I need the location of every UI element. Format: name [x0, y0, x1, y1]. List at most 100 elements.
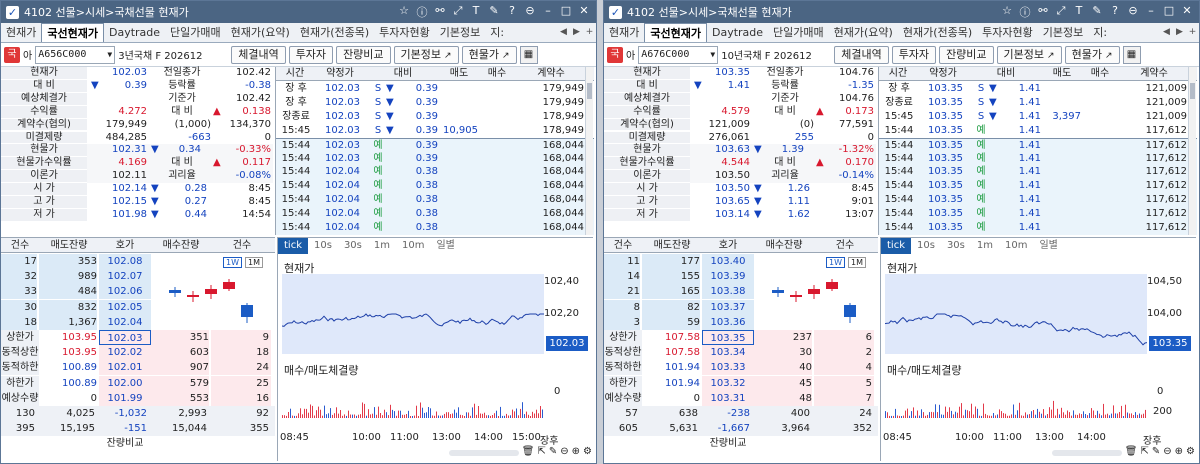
chart-scrollbar[interactable] [448, 450, 519, 456]
trade-row[interactable]: 15:44 102.03 예 0.39 168,044 [276, 151, 594, 166]
checkbox-icon[interactable]: ✓ [6, 5, 19, 19]
chevron-down-icon[interactable]: ▼ [710, 47, 715, 63]
trade-row[interactable]: 15:44 102.03 예 0.39 168,044 [276, 137, 594, 152]
star-icon[interactable]: ☆ [396, 4, 412, 20]
star-icon[interactable]: ☆ [999, 4, 1015, 20]
trade-row[interactable]: 15:44 102.04 예 0.38 168,044 [276, 165, 594, 180]
text-icon[interactable]: T [468, 4, 484, 20]
chart-scrollbar[interactable] [1051, 450, 1122, 456]
bid-row[interactable]: 동적하한 101.94 103.33 40 4 [604, 360, 878, 376]
tab-1[interactable]: 국선현재가 [41, 23, 104, 42]
zoom-out-icon[interactable]: ⊖ [1163, 446, 1171, 460]
link-icon[interactable]: ⚯ [432, 4, 448, 20]
minimize-icon[interactable]: – [540, 4, 556, 20]
trash-icon[interactable]: 🗑 [522, 446, 535, 460]
tab-interval[interactable]: 1m [368, 238, 396, 254]
trade-row[interactable]: 15:44 102.04 예 0.38 168,044 [276, 179, 594, 194]
tab-4[interactable]: 현재가(요약) [829, 23, 898, 42]
tab-5[interactable]: 현재가(전종목) [295, 23, 374, 42]
investor-button[interactable]: 투자자 [891, 45, 937, 64]
tab-3[interactable]: 단일가매매 [768, 23, 829, 42]
tab-0[interactable]: 현재가 [1, 23, 41, 42]
trade-row[interactable]: 15:44 102.04 예 0.38 168,044 [276, 207, 594, 222]
trades-scrollbar[interactable] [585, 67, 593, 235]
trade-row[interactable]: 15:44 103.35 예 1.41 117,612 [879, 165, 1197, 180]
trade-row[interactable]: 15:44 103.35 예 1.41 117,612 [879, 124, 1197, 138]
trade-row[interactable]: 15:44 103.35 예 1.41 117,612 [879, 179, 1197, 194]
balance-compare-label[interactable]: 잔량비교 [702, 436, 754, 451]
maximize-icon[interactable]: □ [558, 4, 574, 20]
trade-row[interactable]: 15:44 103.35 예 1.41 117,612 [879, 151, 1197, 166]
grid-icon[interactable]: ▦ [1122, 45, 1141, 64]
spot-button[interactable]: 현물가 ↗ [461, 45, 517, 64]
help-icon[interactable]: ? [1107, 4, 1123, 20]
tab-5[interactable]: 현재가(전종목) [898, 23, 977, 42]
tab-interval[interactable]: 10m [999, 238, 1033, 254]
bid-row[interactable]: 하한가 100.89 102.00 579 25 [1, 375, 275, 391]
balance-button[interactable]: 잔량비교 [939, 45, 994, 64]
tab-interval[interactable]: 30s [338, 238, 368, 254]
tab-0[interactable]: 현재가 [604, 23, 644, 42]
info-button[interactable]: 기본정보 ↗ [996, 45, 1062, 64]
spot-button[interactable]: 현물가 ↗ [1064, 45, 1120, 64]
zoom-in-icon[interactable]: ⊕ [572, 446, 580, 460]
trade-row[interactable]: 15:44 103.35 예 1.41 117,612 [879, 137, 1197, 152]
tab-3[interactable]: 단일가매매 [165, 23, 226, 42]
tab-interval[interactable]: 1m [971, 238, 999, 254]
tab-1[interactable]: 국선현재가 [644, 23, 707, 42]
tab-2[interactable]: Daytrade [104, 23, 165, 42]
tab-next-icon[interactable]: ▶ [1173, 23, 1186, 42]
tab-interval[interactable]: 10s [911, 238, 941, 254]
tab-interval[interactable]: 10s [308, 238, 338, 254]
info-button[interactable]: 기본정보 ↗ [393, 45, 459, 64]
tab-8[interactable]: 지: [1088, 23, 1112, 42]
settings-icon[interactable]: ⚙ [1186, 446, 1195, 460]
tab-interval[interactable]: 30s [941, 238, 971, 254]
pin-icon[interactable]: ✎ [1089, 4, 1105, 20]
grid-icon[interactable]: ▦ [519, 45, 538, 64]
expand-icon[interactable]: ⤢ [450, 4, 466, 20]
trades-button[interactable]: 체결내역 [231, 45, 286, 64]
bid-row[interactable]: 예상수량 0 101.99 553 16 [1, 390, 275, 406]
trash-icon[interactable]: 🗑 [1125, 446, 1138, 460]
bid-row[interactable]: 동적상한 103.95 102.02 603 18 [1, 345, 275, 361]
product-icon[interactable]: 국 [607, 46, 623, 63]
bid-row[interactable]: 하한가 101.94 103.32 45 5 [604, 375, 878, 391]
trade-row[interactable]: 장 후 102.03 S ▼ 0.39 179,949 [276, 96, 594, 110]
expand-icon[interactable]: ⤢ [1053, 4, 1069, 20]
tab-add-icon[interactable]: + [1186, 23, 1199, 42]
trade-row[interactable]: 장종료 103.35 S ▼ 1.41 121,009 [879, 96, 1197, 110]
scroll-thumb[interactable] [587, 83, 592, 99]
text-icon[interactable]: T [1071, 4, 1087, 20]
bid-row[interactable]: 동적상한 107.58 103.34 30 2 [604, 345, 878, 361]
bid-row[interactable]: 상한가 103.95 102.03 351 9 [1, 330, 275, 345]
chevron-down-icon[interactable]: ▼ [107, 47, 112, 63]
trade-row[interactable]: 15:44 103.35 예 1.41 117,612 [879, 221, 1197, 235]
trade-row[interactable]: 15:45 102.03 S ▼ 0.39 10,905 178,949 [276, 124, 594, 138]
investor-button[interactable]: 투자자 [288, 45, 334, 64]
code-input[interactable]: A656C000 ▼ [35, 45, 116, 64]
trade-row[interactable]: 15:44 102.04 예 0.38 168,044 [276, 193, 594, 208]
info-icon[interactable]: ⓘ [1017, 4, 1033, 20]
tab-prev-icon[interactable]: ◀ [1160, 23, 1173, 42]
balance-compare-label[interactable]: 잔량비교 [99, 436, 151, 451]
trade-row[interactable]: 15:45 103.35 S ▼ 1.41 3,397 121,009 [879, 110, 1197, 124]
close-icon[interactable]: ✕ [1179, 4, 1195, 20]
bid-row[interactable]: 상한가 107.58 103.35 237 6 [604, 330, 878, 345]
tab-prev-icon[interactable]: ◀ [557, 23, 570, 42]
zoom-in-icon[interactable]: ⊕ [1175, 446, 1183, 460]
minus-circle-icon[interactable]: ⊖ [1125, 4, 1141, 20]
help-icon[interactable]: ? [504, 4, 520, 20]
trades-scrollbar[interactable] [1188, 67, 1196, 235]
code-input[interactable]: A676C000 ▼ [638, 45, 719, 64]
settings-icon[interactable]: ⚙ [583, 446, 592, 460]
pointer-icon[interactable]: ⇱ [1140, 446, 1148, 460]
tab-add-icon[interactable]: + [583, 23, 596, 42]
scroll-thumb[interactable] [1190, 83, 1195, 99]
tab-6[interactable]: 투자자현황 [374, 23, 435, 42]
minimize-icon[interactable]: – [1143, 4, 1159, 20]
tab-7[interactable]: 기본정보 [435, 23, 485, 42]
tab-interval[interactable]: 일별 [1033, 238, 1063, 254]
trade-row[interactable]: 15:44 103.35 예 1.41 117,612 [879, 207, 1197, 222]
tab-8[interactable]: 지: [485, 23, 509, 42]
